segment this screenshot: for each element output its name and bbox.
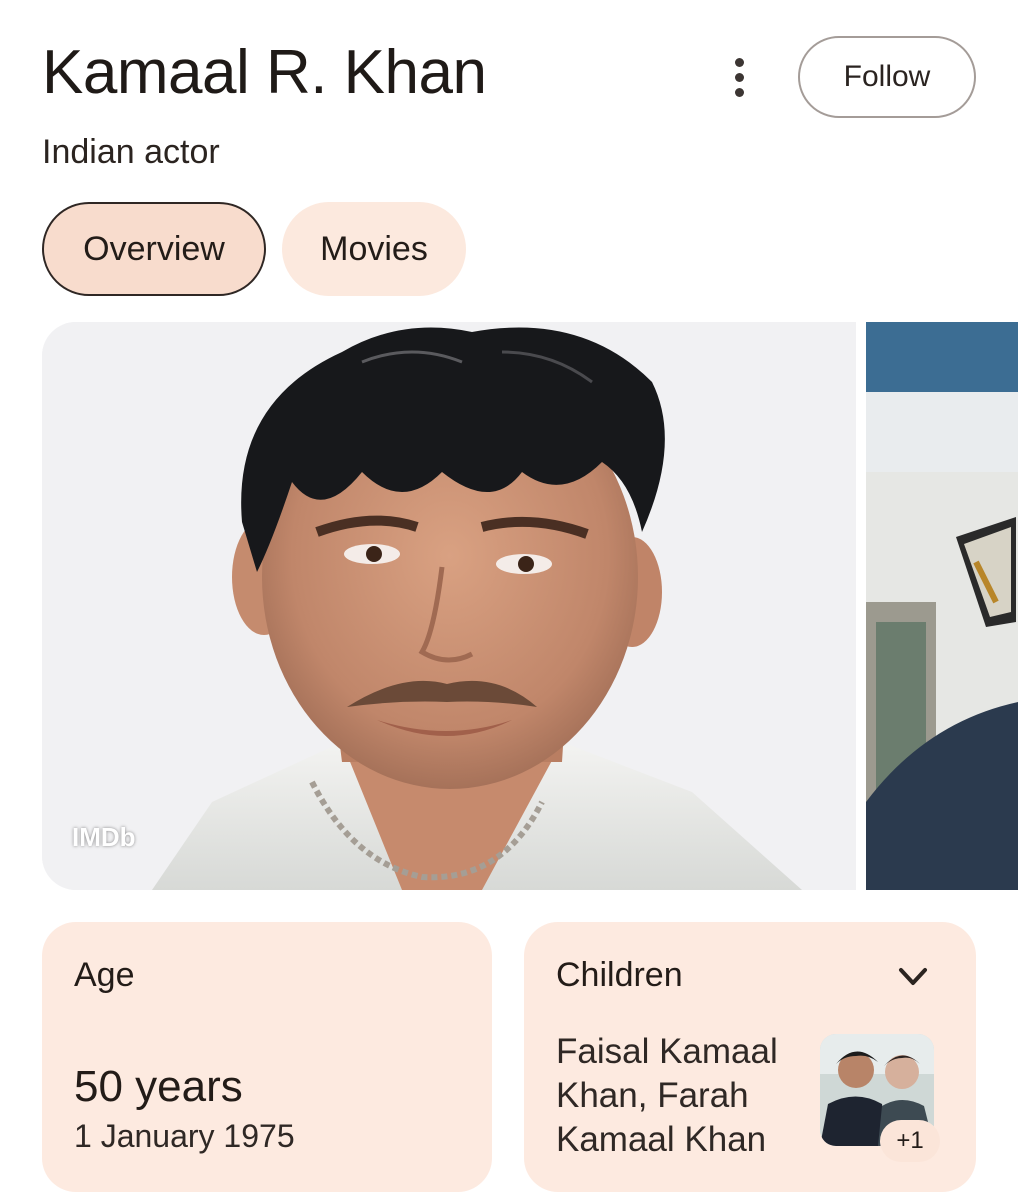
age-value: 50 years — [74, 1062, 243, 1111]
entity-subtitle: Indian actor — [42, 133, 220, 171]
tab-movies-label: Movies — [320, 229, 428, 268]
image-source-label: IMDb — [72, 822, 136, 852]
tab-overview[interactable]: Overview — [42, 202, 266, 296]
chevron-down-icon[interactable] — [896, 962, 930, 992]
follow-button[interactable]: Follow — [798, 36, 976, 118]
secondary-image — [866, 322, 1018, 890]
more-options-button[interactable] — [716, 54, 762, 100]
more-children-badge[interactable]: +1 — [880, 1120, 940, 1162]
more-vert-icon — [734, 57, 744, 97]
children-label: Children — [556, 956, 683, 994]
main-photo[interactable]: IMDb — [42, 322, 856, 890]
tab-movies[interactable]: Movies — [282, 202, 466, 296]
tab-overview-label: Overview — [83, 229, 225, 268]
children-card[interactable]: Children Faisal Kamaal Khan, Farah Kamaa… — [524, 922, 976, 1192]
children-names: Faisal Kamaal Khan, Farah Kamaal Khan — [556, 1032, 778, 1159]
portrait-image — [42, 322, 856, 890]
secondary-photo[interactable] — [866, 322, 1018, 890]
birth-date: 1 January 1975 — [74, 1118, 295, 1154]
page-title: Kamaal R. Khan — [42, 38, 487, 107]
age-card[interactable]: Age 50 years 1 January 1975 — [42, 922, 492, 1192]
age-label: Age — [74, 956, 135, 994]
